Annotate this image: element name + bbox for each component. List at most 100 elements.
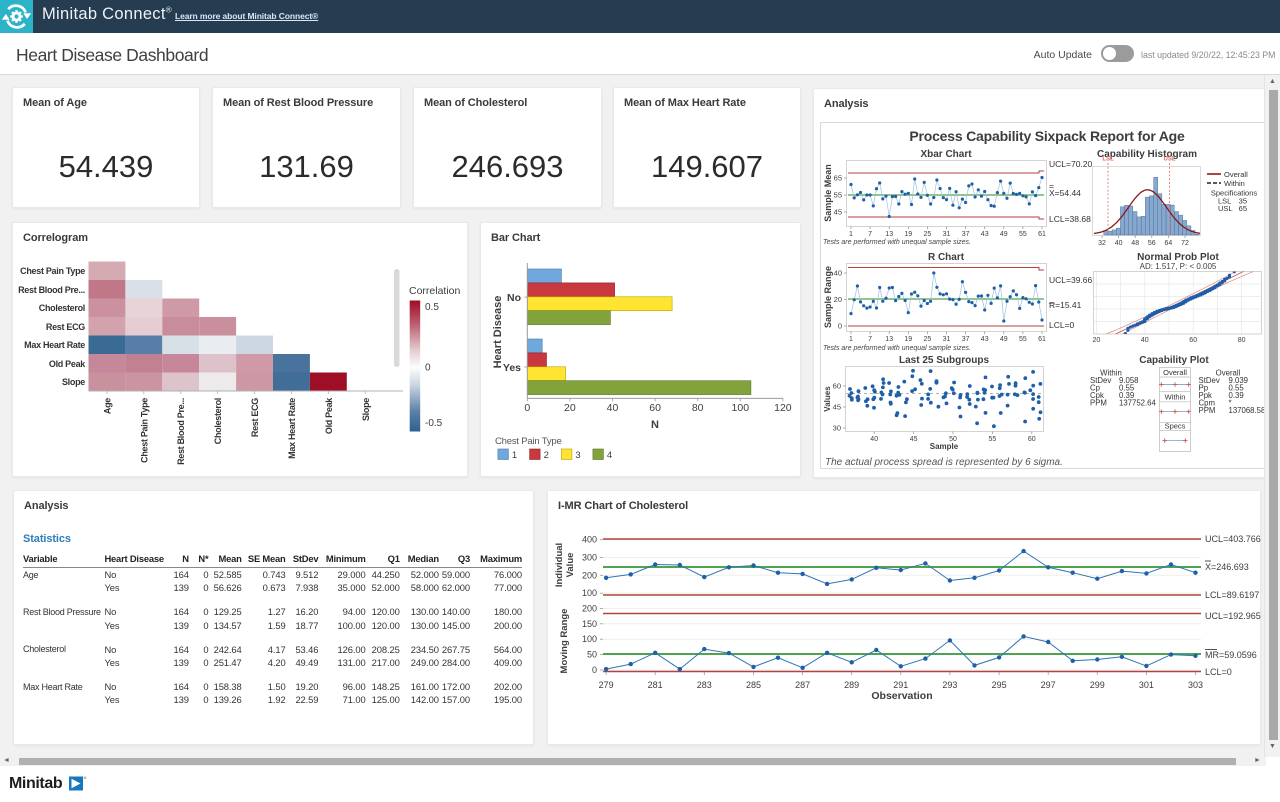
svg-text:299: 299 bbox=[1090, 680, 1105, 690]
svg-text:150: 150 bbox=[582, 619, 597, 629]
svg-text:40: 40 bbox=[834, 269, 842, 278]
svg-text:Cholesterol: Cholesterol bbox=[39, 303, 85, 313]
svg-text:43: 43 bbox=[981, 231, 989, 238]
svg-text:200: 200 bbox=[582, 570, 597, 580]
svg-text:43: 43 bbox=[981, 336, 989, 343]
svg-text:LCL=89.6197: LCL=89.6197 bbox=[1205, 590, 1259, 600]
svg-text:200: 200 bbox=[582, 603, 597, 613]
svg-text:30: 30 bbox=[833, 424, 841, 433]
svg-text:48: 48 bbox=[1131, 240, 1139, 247]
svg-text:61: 61 bbox=[1038, 336, 1046, 343]
svg-text:19: 19 bbox=[904, 336, 912, 343]
svg-text:Max Heart Rate: Max Heart Rate bbox=[24, 340, 85, 350]
svg-text:25: 25 bbox=[924, 336, 932, 343]
svg-text:37: 37 bbox=[962, 231, 970, 238]
svg-text:285: 285 bbox=[746, 680, 761, 690]
svg-text:7: 7 bbox=[868, 231, 872, 238]
svg-text:0: 0 bbox=[592, 665, 597, 675]
svg-text:137068.58: 137068.58 bbox=[1229, 406, 1266, 415]
svg-text:120: 120 bbox=[774, 402, 792, 414]
svg-text:Overall: Overall bbox=[1163, 368, 1187, 377]
svg-text:Capability Plot: Capability Plot bbox=[1139, 355, 1209, 366]
svg-text:60: 60 bbox=[1189, 337, 1197, 344]
svg-text:USL: USL bbox=[1164, 157, 1176, 163]
svg-text:55: 55 bbox=[834, 191, 842, 200]
svg-text:55: 55 bbox=[1019, 336, 1027, 343]
svg-text:80: 80 bbox=[692, 402, 704, 414]
svg-text:UCL=70.20: UCL=70.20 bbox=[1049, 159, 1093, 169]
svg-text:No: No bbox=[507, 292, 521, 304]
svg-text:Last 25 Subgroups: Last 25 Subgroups bbox=[899, 355, 989, 366]
svg-text:LCL=0: LCL=0 bbox=[1205, 667, 1232, 677]
svg-text:0: 0 bbox=[838, 322, 842, 331]
svg-text:LSL: LSL bbox=[1102, 157, 1114, 163]
svg-text:100: 100 bbox=[582, 634, 597, 644]
svg-text:Xbar Chart: Xbar Chart bbox=[920, 149, 972, 160]
svg-text:0: 0 bbox=[524, 402, 530, 414]
svg-text:301: 301 bbox=[1139, 680, 1154, 690]
svg-text:50: 50 bbox=[587, 650, 597, 660]
svg-text:1: 1 bbox=[849, 336, 853, 343]
svg-text:281: 281 bbox=[648, 680, 663, 690]
svg-text:61: 61 bbox=[1038, 231, 1046, 238]
svg-text:Moving Range: Moving Range bbox=[559, 609, 570, 674]
svg-text:-0.5: -0.5 bbox=[425, 418, 443, 429]
svg-text:Slope: Slope bbox=[62, 377, 85, 387]
svg-text:Within: Within bbox=[1224, 179, 1245, 188]
svg-text:Old Peak: Old Peak bbox=[324, 397, 334, 434]
svg-text:Rest Blood Pre...: Rest Blood Pre... bbox=[176, 398, 186, 465]
svg-text:Rest ECG: Rest ECG bbox=[46, 322, 85, 332]
svg-text:1: 1 bbox=[512, 450, 517, 461]
svg-text:55: 55 bbox=[1019, 231, 1027, 238]
svg-text:Rest ECG: Rest ECG bbox=[250, 398, 260, 437]
svg-text:31: 31 bbox=[943, 231, 951, 238]
svg-text:UCL=403.766: UCL=403.766 bbox=[1205, 534, 1261, 544]
svg-text:60: 60 bbox=[833, 382, 841, 391]
svg-text:0.5: 0.5 bbox=[425, 302, 439, 313]
svg-text:X=54.44: X=54.44 bbox=[1049, 188, 1081, 198]
svg-text:49: 49 bbox=[1000, 231, 1008, 238]
svg-text:Chest Pain Type: Chest Pain Type bbox=[139, 398, 149, 463]
svg-text:USL: USL bbox=[1218, 204, 1233, 213]
svg-text:LCL=38.68: LCL=38.68 bbox=[1049, 214, 1091, 224]
svg-text:2: 2 bbox=[544, 450, 549, 461]
svg-text:13: 13 bbox=[885, 231, 893, 238]
svg-text:65: 65 bbox=[1239, 204, 1247, 213]
svg-text:The actual process spread is r: The actual process spread is represented… bbox=[825, 457, 1063, 468]
svg-text:40: 40 bbox=[1141, 337, 1149, 344]
svg-text:Heart Disease: Heart Disease bbox=[492, 296, 504, 369]
svg-text:303: 303 bbox=[1188, 680, 1203, 690]
svg-text:LCL=0: LCL=0 bbox=[1049, 320, 1075, 330]
svg-text:Age: Age bbox=[103, 398, 113, 414]
svg-text:100: 100 bbox=[582, 588, 597, 598]
svg-text:R Chart: R Chart bbox=[928, 252, 965, 263]
svg-text:3: 3 bbox=[575, 450, 580, 461]
svg-text:56: 56 bbox=[1148, 240, 1156, 247]
svg-text:65: 65 bbox=[834, 174, 842, 183]
svg-text:60: 60 bbox=[1028, 436, 1036, 443]
svg-text:Sample: Sample bbox=[930, 442, 959, 451]
svg-text:289: 289 bbox=[844, 680, 859, 690]
svg-text:287: 287 bbox=[795, 680, 810, 690]
svg-text:Correlation: Correlation bbox=[409, 285, 461, 297]
svg-text:64: 64 bbox=[1165, 240, 1173, 247]
svg-text:55: 55 bbox=[989, 436, 997, 443]
svg-text:N: N bbox=[651, 419, 659, 431]
svg-text:20: 20 bbox=[834, 295, 842, 304]
svg-text:Values: Values bbox=[823, 386, 832, 412]
svg-text:Specs: Specs bbox=[1165, 422, 1186, 431]
svg-text:MR=59.0596: MR=59.0596 bbox=[1205, 650, 1257, 660]
svg-text:Max Heart Rate: Max Heart Rate bbox=[287, 398, 297, 459]
svg-text:72: 72 bbox=[1181, 240, 1189, 247]
svg-text:Tests are performed with unequ: Tests are performed with unequal sample … bbox=[823, 345, 971, 352]
svg-text:UCL=192.965: UCL=192.965 bbox=[1205, 611, 1261, 621]
svg-text:19: 19 bbox=[904, 231, 912, 238]
svg-text:400: 400 bbox=[582, 535, 597, 545]
svg-text:PPM: PPM bbox=[1199, 406, 1216, 415]
svg-text:100: 100 bbox=[732, 402, 750, 414]
svg-text:25: 25 bbox=[924, 231, 932, 238]
svg-text:1: 1 bbox=[849, 231, 853, 238]
svg-text:Overall: Overall bbox=[1224, 170, 1248, 179]
svg-text:80: 80 bbox=[1238, 337, 1246, 344]
svg-text:45: 45 bbox=[833, 403, 841, 412]
